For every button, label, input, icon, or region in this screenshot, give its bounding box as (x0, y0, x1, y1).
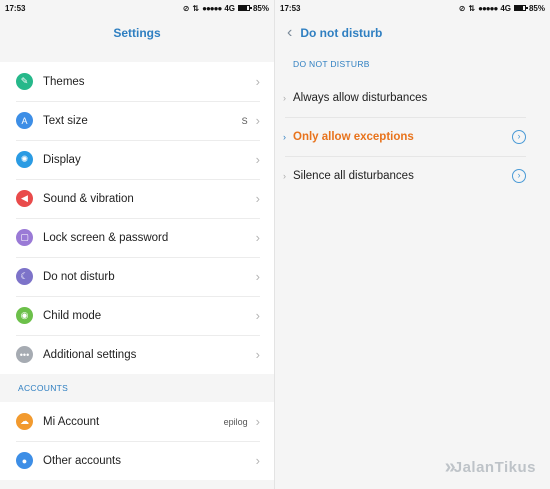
battery-icon (237, 5, 252, 11)
watermark-text: JalanTikus (453, 459, 536, 476)
watermark: » JalanTikus (445, 456, 536, 479)
status-bar: 17:53 ⊘ ⇅ ●●●●● 4G 85% (0, 0, 274, 16)
chevron-right-icon: › (255, 74, 260, 89)
mute-icon: ⊘ (182, 3, 190, 13)
themes-icon: ✎ (16, 73, 33, 90)
mute-icon: ⊘ (458, 3, 466, 13)
cloud-icon: ☁ (16, 413, 33, 430)
settings-row[interactable]: ✎ Themes › (0, 62, 274, 101)
title-bar: ‹ Do not disturb (275, 16, 550, 50)
signal-icon: ●●●●● (478, 3, 498, 13)
watermark-arrow-icon: » (444, 456, 456, 478)
child-mode-icon: ◉ (16, 307, 33, 324)
chevron-right-icon: › (283, 170, 286, 181)
row-value: S (241, 115, 248, 126)
back-arrow-icon[interactable]: ‹ (287, 25, 292, 41)
do-not-disturb-screen: 17:53 ⊘ ⇅ ●●●●● 4G 85% ‹ Do not disturb … (275, 0, 550, 489)
row-label: Lock screen & password (43, 231, 169, 244)
settings-row[interactable]: ••• Additional settings › (0, 335, 274, 374)
option-label: Always allow disturbances (293, 91, 428, 104)
lock-icon: ▢ (16, 229, 33, 246)
row-label: Mi Account (43, 415, 100, 428)
dnd-option[interactable]: › Silence all disturbances › (275, 156, 550, 195)
chevron-right-icon: › (255, 308, 260, 323)
row-label: Child mode (43, 309, 102, 322)
chevron-right-icon: › (255, 347, 260, 362)
page-title: Do not disturb (300, 26, 383, 40)
battery-icon (513, 5, 528, 11)
chevron-right-icon: › (283, 92, 286, 103)
settings-row[interactable]: ▢ Lock screen & password › (0, 218, 274, 257)
details-arrow-icon[interactable]: › (512, 168, 526, 183)
chevron-right-icon: › (255, 230, 260, 245)
chevron-right-icon: › (255, 453, 260, 468)
chevron-right-icon: › (255, 269, 260, 284)
settings-row[interactable]: ☁ Mi Account epilog › (0, 402, 274, 441)
moon-icon: ☾ (16, 268, 33, 285)
dnd-options-list: › Always allow disturbances › Only allow ex… (275, 78, 550, 195)
chevron-right-icon: › (255, 113, 260, 128)
row-label: Do not disturb (43, 270, 115, 283)
settings-row[interactable]: ☾ Do not disturb › (0, 257, 274, 296)
option-label: Only allow exceptions (293, 130, 414, 143)
user-icon: ● (16, 452, 33, 469)
row-label: Display (43, 153, 81, 166)
settings-screen: 17:53 ⊘ ⇅ ●●●●● 4G 85% Settings ✎ Themes ›… (0, 0, 274, 489)
row-label: Additional settings (43, 348, 137, 361)
row-label: Sound & vibration (43, 192, 134, 205)
battery-percent: 85% (252, 3, 269, 13)
dnd-section-header: DO NOT DISTURB (293, 59, 370, 69)
network-type: 4G (500, 3, 511, 13)
settings-row[interactable]: ◀ Sound & vibration › (0, 179, 274, 218)
dnd-option[interactable]: › Only allow exceptions › (275, 117, 550, 156)
status-bar: 17:53 ⊘ ⇅ ●●●●● 4G 85% (275, 0, 550, 16)
status-time: 17:53 (280, 3, 301, 13)
chevron-right-icon: › (255, 414, 260, 429)
chevron-right-icon: › (255, 152, 260, 167)
accounts-header: ACCOUNTS (18, 383, 69, 393)
settings-row[interactable]: ● Other accounts › (0, 441, 274, 480)
row-label: Other accounts (43, 454, 121, 467)
network-type: 4G (224, 3, 235, 13)
chevron-right-icon: › (255, 191, 260, 206)
sound-icon: ◀ (16, 190, 33, 207)
battery-percent: 85% (528, 3, 545, 13)
display-icon: ✺ (16, 151, 33, 168)
more-icon: ••• (16, 346, 33, 363)
row-label: Text size (43, 114, 88, 127)
accounts-list: ☁ Mi Account epilog › ● Other accounts › (0, 402, 274, 480)
data-transfer-icon: ⇅ (468, 3, 476, 13)
settings-list: ✎ Themes › A Text size S › ✺ Display › ◀ Sound & vi… (0, 62, 274, 374)
chevron-right-icon: › (283, 131, 286, 142)
row-value: epilog (223, 416, 248, 427)
text-size-icon: A (16, 112, 33, 129)
details-arrow-icon[interactable]: › (512, 129, 526, 144)
status-time: 17:53 (5, 3, 26, 13)
settings-row[interactable]: A Text size S › (0, 101, 274, 140)
settings-row[interactable]: ✺ Display › (0, 140, 274, 179)
data-transfer-icon: ⇅ (192, 3, 200, 13)
row-label: Themes (43, 75, 85, 88)
dnd-option[interactable]: › Always allow disturbances (275, 78, 550, 117)
signal-icon: ●●●●● (202, 3, 222, 13)
option-label: Silence all disturbances (293, 169, 414, 182)
page-title: Settings (113, 26, 161, 40)
settings-row[interactable]: ◉ Child mode › (0, 296, 274, 335)
